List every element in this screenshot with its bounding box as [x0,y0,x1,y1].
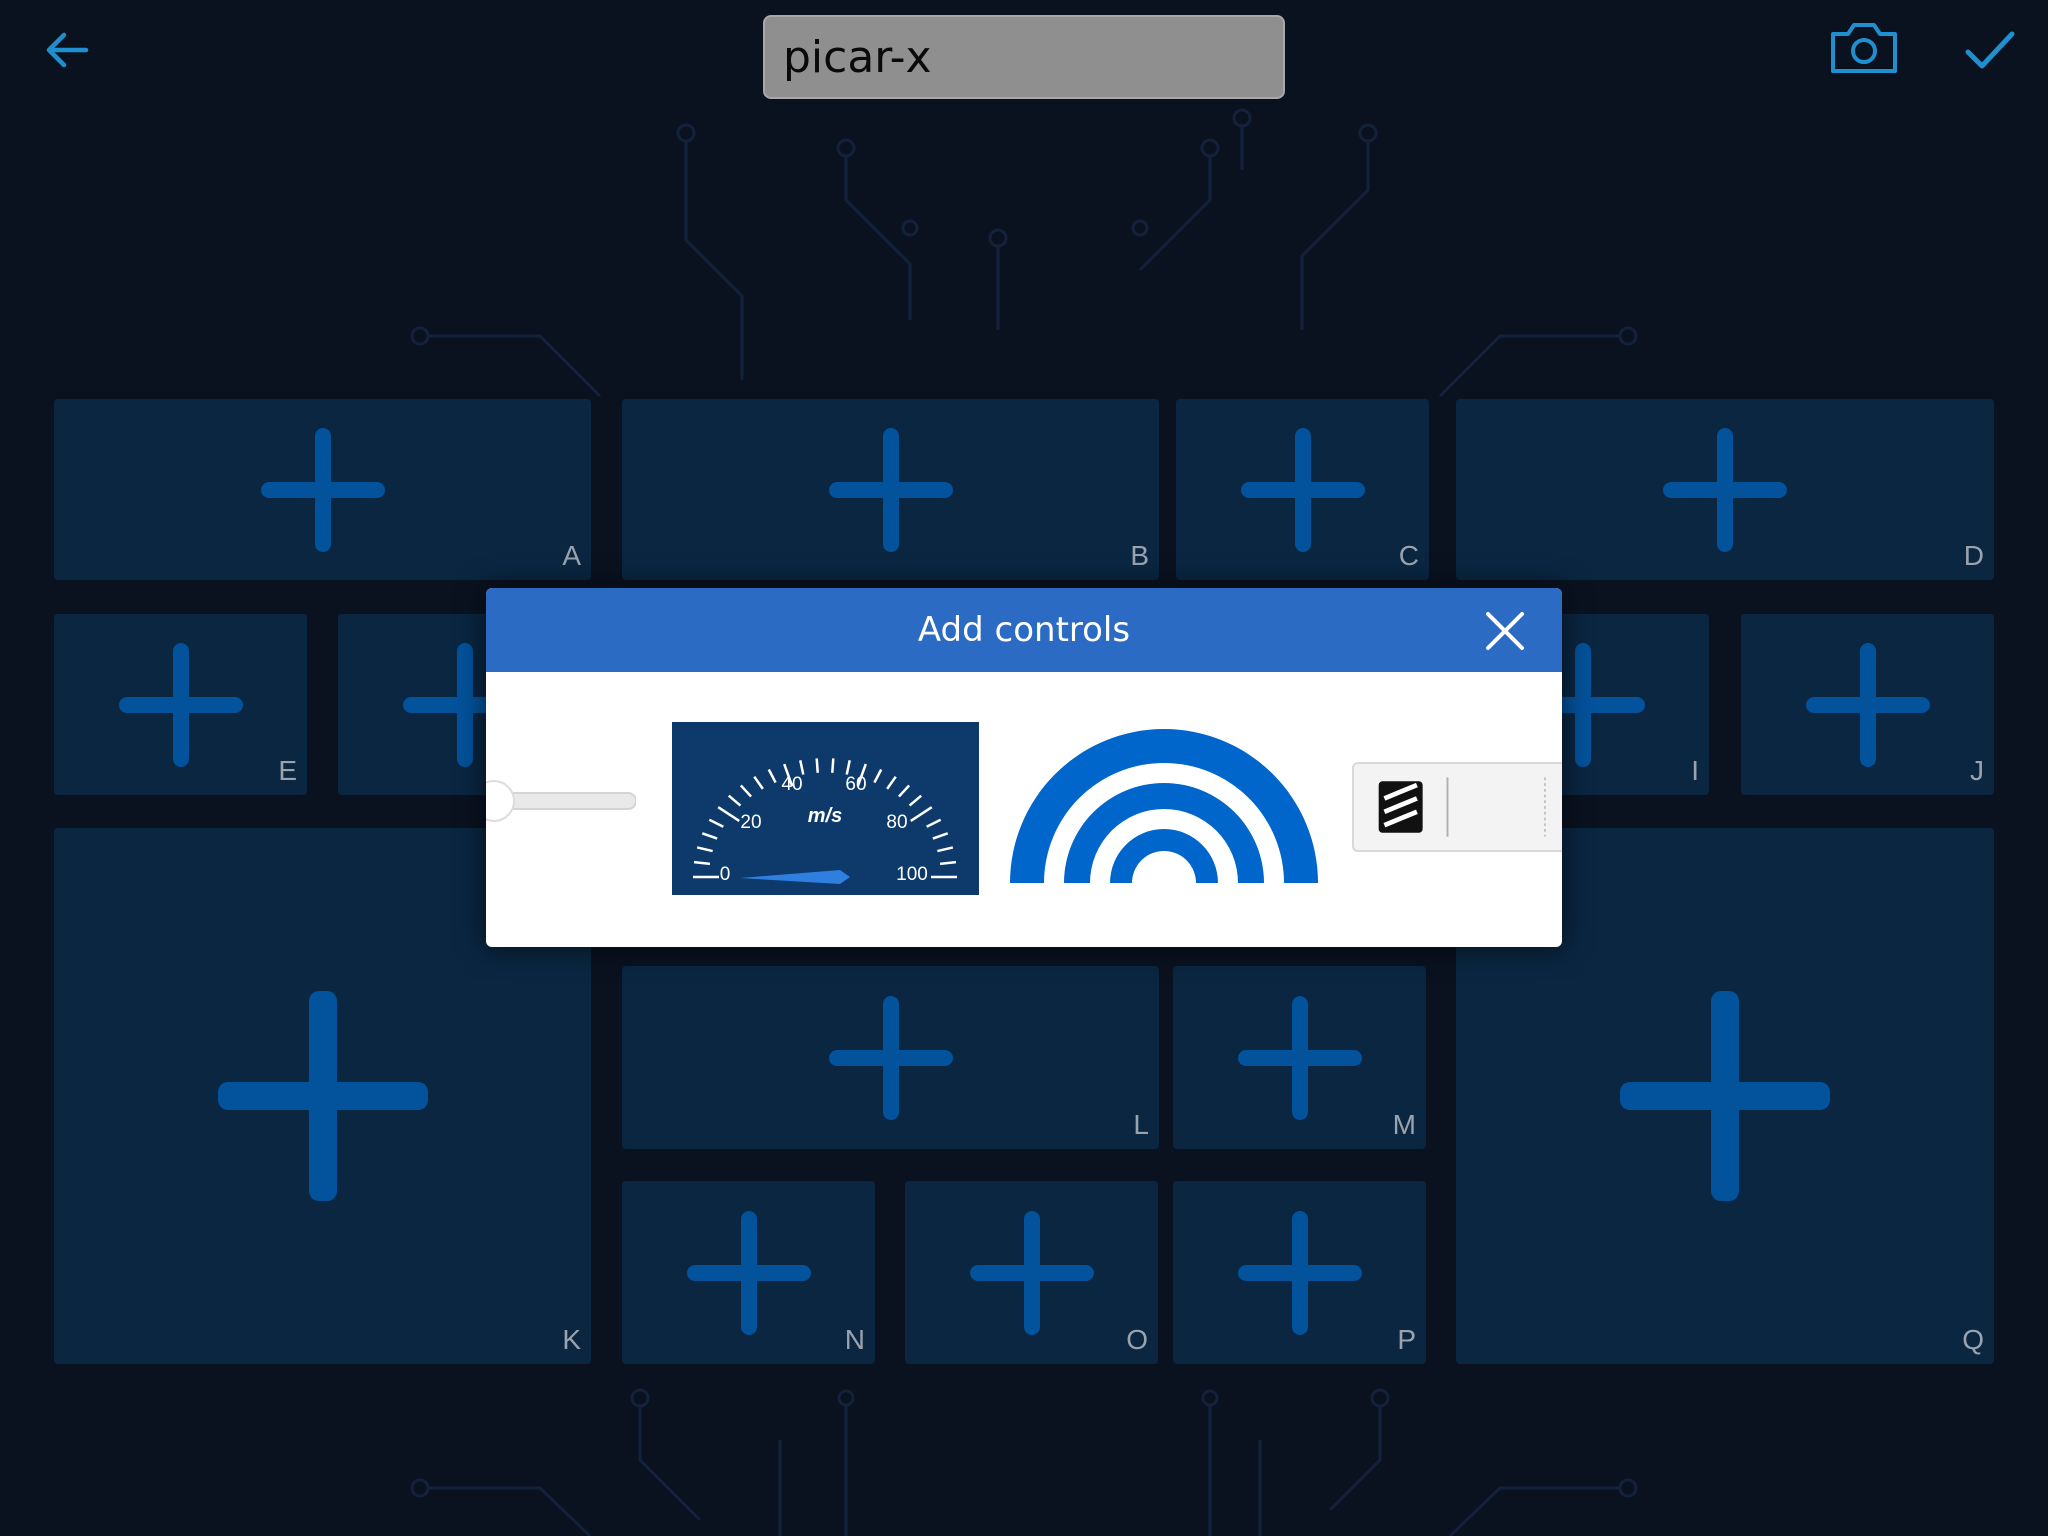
gauge-tick [708,818,724,828]
back-button[interactable] [40,22,96,78]
gauge-tick-label: 100 [896,864,928,885]
gauge-tick-label: 40 [781,774,802,795]
gauge-tick [926,818,942,828]
tile-e[interactable]: E [54,614,307,795]
tile-label: O [1126,1324,1148,1355]
gauge-tick [693,860,711,866]
gauge-tick-label: 80 [886,812,907,833]
tile-label: Q [1962,1324,1984,1355]
camera-button[interactable] [1828,18,1900,78]
gauge-tick [932,832,949,840]
tile-label: P [1397,1324,1416,1355]
gauge-tick-label: 60 [845,774,866,795]
gauge-tick [767,768,777,784]
tile-c[interactable]: C [1176,399,1429,580]
tile-label: K [562,1324,581,1355]
gauge-tick [898,784,911,798]
radar-icon [1010,729,1318,883]
gauge-tick [815,758,819,773]
add-icon [1237,1210,1362,1335]
slider-control-option[interactable] [486,778,636,824]
add-icon [1620,991,1830,1201]
switch-icon [1378,777,1546,837]
tile-a[interactable]: A [54,399,591,580]
close-icon [1486,612,1524,650]
tile-label: I [1691,755,1699,786]
gauge-tick [799,760,805,775]
arrow-left-icon [46,32,89,68]
gauge-tick [701,832,718,840]
add-icon [1805,642,1930,767]
tile-label: C [1398,540,1419,571]
gauge-tick [939,860,957,866]
gauge-tick-label: 20 [740,812,761,833]
gauge-control-option[interactable]: 0 20 40 60 80 100 m/s [672,722,979,895]
add-icon [828,995,953,1120]
slider-icon [486,780,636,822]
dialog-header: Add controls [486,588,1562,672]
add-controls-dialog: Add controls 0 20 40 60 80 100 m/s [486,588,1562,947]
tile-label: J [1970,755,1984,786]
gauge-unit: m/s [808,805,842,827]
gauge-tick [696,846,713,853]
switch-control-option[interactable] [1352,762,1562,852]
tile-label: D [1963,540,1984,571]
tile-n[interactable]: N [622,1181,875,1364]
gauge-tick [908,794,923,807]
tile-j[interactable]: J [1741,614,1994,795]
camera-icon [1831,23,1897,73]
close-button[interactable] [1482,608,1528,654]
tile-b[interactable]: B [622,399,1159,580]
add-icon [969,1210,1094,1335]
gauge-tick [937,846,954,853]
dialog-title: Add controls [917,610,1131,650]
tile-label: L [1133,1109,1149,1140]
tile-o[interactable]: O [905,1181,1158,1364]
add-icon [217,991,428,1201]
gauge-tick [717,806,740,822]
gauge-tick [845,760,851,775]
tile-label: E [278,755,297,786]
tile-label: N [844,1324,865,1355]
tile-p[interactable]: P [1173,1181,1426,1364]
radar-control-option[interactable] [1010,728,1319,886]
gauge-tick [831,758,835,773]
add-icon [1237,995,1362,1120]
gauge-tick [886,775,897,790]
tile-d[interactable]: D [1456,399,1994,580]
add-icon [1663,427,1787,552]
confirm-button[interactable] [1962,22,2018,78]
project-name-input[interactable] [763,15,1285,99]
add-icon [1240,427,1365,552]
add-icon [260,427,385,552]
tile-label: B [1130,540,1149,571]
speedometer-icon: 0 20 40 60 80 100 m/s [693,758,957,885]
gauge-tick [910,806,933,822]
tile-m[interactable]: M [1173,966,1426,1149]
gauge-tick [727,794,742,807]
tile-label: A [562,540,581,571]
checkmark-icon [1965,31,2015,69]
gauge-tick [873,768,883,784]
gauge-tick-label: 0 [720,864,731,885]
add-icon [686,1210,811,1335]
add-icon [828,427,953,552]
tile-label: M [1392,1109,1416,1140]
tile-l[interactable]: L [622,966,1159,1149]
gauge-tick [753,775,764,790]
gauge-needle [740,870,850,884]
gauge-tick [739,784,752,798]
add-icon [118,642,243,767]
